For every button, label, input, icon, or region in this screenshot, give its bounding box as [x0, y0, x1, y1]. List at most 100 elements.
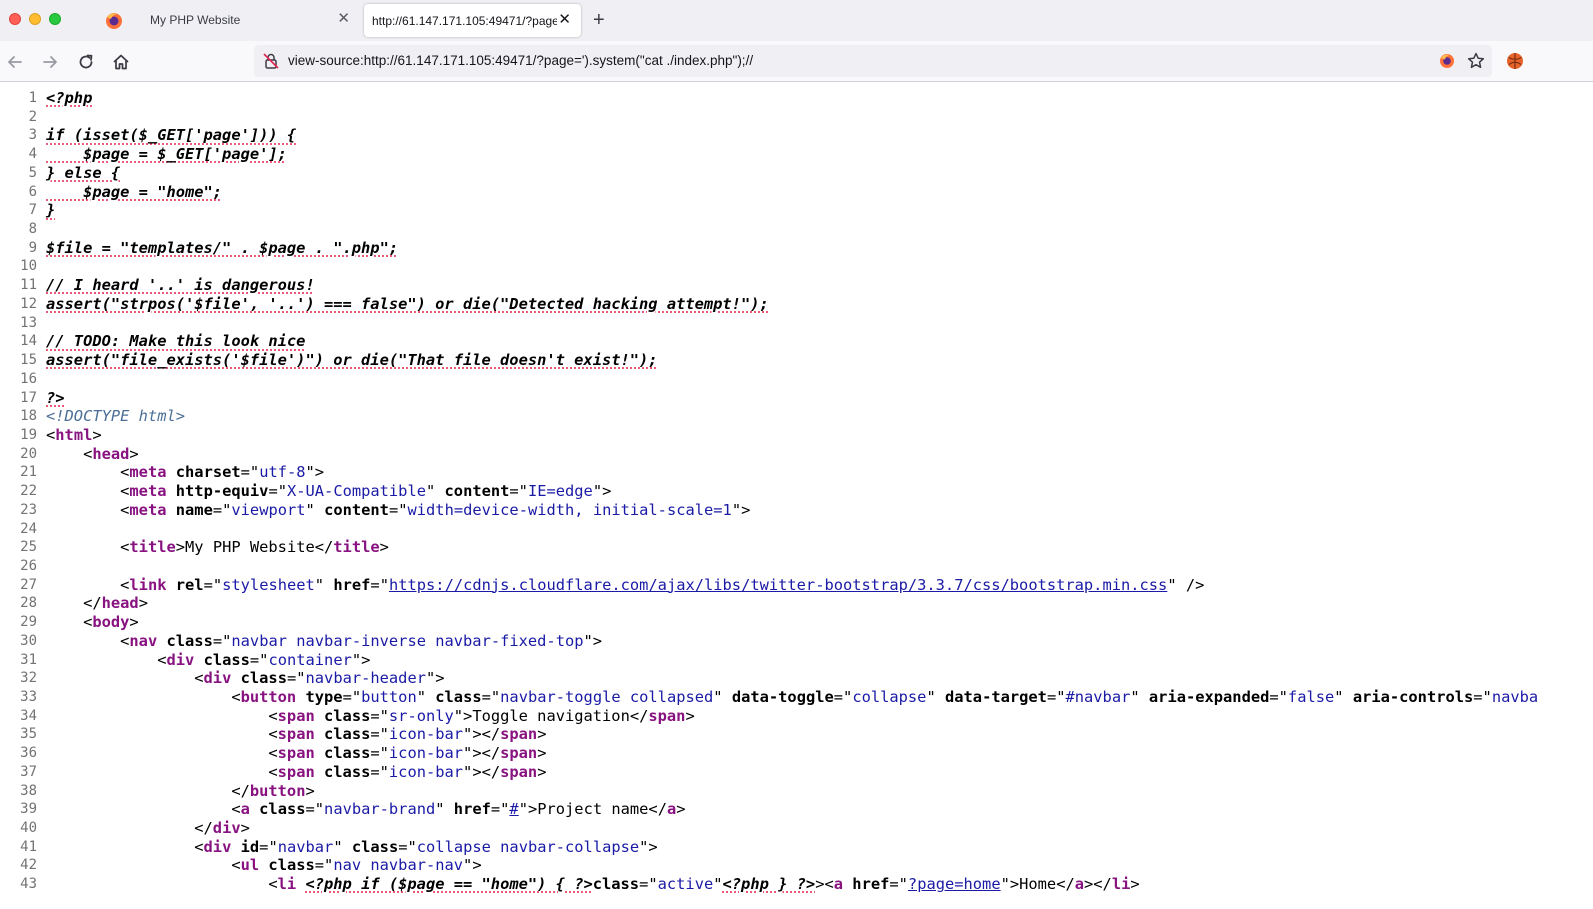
- source-line: 13: [0, 314, 1593, 333]
- tag-name: span: [648, 706, 686, 725]
- punctuation: >: [1130, 875, 1140, 894]
- php-code: // TODO: Make this look nice: [46, 332, 306, 351]
- php-code: ?>: [46, 388, 65, 407]
- punctuation: " />: [1167, 575, 1205, 594]
- punctuation: ">: [463, 856, 482, 875]
- punctuation: <: [46, 482, 130, 501]
- punctuation: >: [676, 800, 686, 819]
- punctuation: <: [46, 650, 167, 669]
- line-code: $page = $_GET['page'];: [37, 145, 287, 164]
- window-zoom-button[interactable]: [49, 13, 61, 25]
- punctuation: =": [268, 482, 287, 501]
- tag-name: span: [500, 744, 538, 763]
- punctuation: ">: [583, 631, 603, 650]
- line-number: 25: [20, 539, 37, 556]
- line-code: </button>: [37, 782, 314, 801]
- reload-icon[interactable]: [75, 51, 97, 73]
- source-line: 37 <span class="icon-bar"></span>: [0, 763, 1593, 782]
- attribute-name: class: [203, 650, 250, 669]
- tag-name: body: [92, 613, 130, 632]
- line-number: 2: [28, 108, 37, 125]
- url-text[interactable]: view-source:http://61.147.171.105:49471/…: [288, 53, 753, 68]
- attribute-name: class: [324, 744, 371, 763]
- punctuation: <: [46, 725, 278, 744]
- source-line: 19 <html>: [0, 426, 1593, 445]
- attribute-value: navbar-header: [305, 669, 426, 688]
- close-icon[interactable]: ✕: [337, 10, 350, 28]
- source-line: 5} else {: [0, 164, 1593, 183]
- attribute-name: href: [453, 800, 491, 819]
- line-number: 22: [20, 483, 37, 500]
- php-code: $page = $_GET['page'];: [46, 145, 287, 164]
- line-code: <span class="icon-bar"></span>: [37, 744, 546, 763]
- punctuation: =": [398, 837, 417, 856]
- firefox-view-icon[interactable]: [103, 10, 125, 32]
- tag-name: a: [666, 800, 677, 819]
- tab-view-source[interactable]: http://61.147.171.105:49471/?page=').sys…: [364, 4, 581, 37]
- line-number: 16: [20, 370, 37, 387]
- line-code: if (isset($_GET['page'])) {: [37, 126, 296, 145]
- punctuation: ": [1130, 688, 1149, 706]
- source-line: 6 $page = "home";: [0, 183, 1593, 202]
- line-number: 39: [20, 801, 37, 818]
- punctuation: <: [46, 500, 130, 519]
- punctuation: ><: [815, 875, 834, 894]
- home-icon[interactable]: [110, 51, 132, 73]
- punctuation: <: [46, 631, 130, 650]
- attribute-name: aria-controls: [1352, 688, 1474, 706]
- firefox-icon[interactable]: [1438, 52, 1456, 70]
- window-minimize-button[interactable]: [29, 13, 41, 25]
- php-code: $page = "home";: [46, 182, 223, 201]
- line-number: 7: [28, 202, 37, 219]
- source-link[interactable]: https://cdnjs.cloudflare.com/ajax/libs/t…: [389, 576, 1167, 594]
- attribute-value: active: [657, 875, 714, 894]
- punctuation: [166, 482, 175, 500]
- punctuation: ">: [351, 650, 371, 669]
- address-bar[interactable]: view-source:http://61.147.171.105:49471/…: [254, 45, 1492, 77]
- insecure-lock-icon[interactable]: [262, 52, 280, 70]
- punctuation: [231, 669, 240, 687]
- punctuation: >: [537, 744, 547, 763]
- line-code: <html>: [37, 426, 102, 445]
- tag-name: div: [203, 669, 232, 688]
- source-link[interactable]: #: [509, 800, 518, 818]
- star-icon[interactable]: [1466, 51, 1486, 71]
- attribute-value: false: [1287, 688, 1335, 706]
- source-line: 42 <ul class="nav navbar-nav">: [0, 856, 1593, 875]
- source-link[interactable]: ?page=home: [908, 875, 1001, 893]
- arrow-left-icon[interactable]: [4, 51, 26, 73]
- arrow-right-icon[interactable]: [39, 51, 61, 73]
- tab-my-php-website[interactable]: My PHP Website ✕: [135, 0, 360, 41]
- punctuation: <: [46, 613, 93, 632]
- line-number: 9: [28, 239, 37, 256]
- punctuation: <: [46, 856, 241, 875]
- punctuation: =": [370, 575, 389, 594]
- punctuation: =": [388, 500, 408, 519]
- punctuation: >: [537, 762, 547, 781]
- punctuation: >: [129, 613, 139, 632]
- window-close-button[interactable]: [9, 13, 21, 25]
- source-line: 31 <div class="container">: [0, 651, 1593, 670]
- plus-icon[interactable]: +: [593, 9, 605, 31]
- source-line: 7}: [0, 201, 1593, 220]
- extension-icon[interactable]: [1505, 51, 1525, 71]
- line-number: 38: [20, 782, 37, 799]
- attribute-name: name: [175, 500, 213, 519]
- line-number: 21: [20, 464, 37, 481]
- punctuation: =": [370, 725, 389, 744]
- attribute-name: aria-expanded: [1148, 688, 1270, 706]
- tag-name: a: [240, 800, 250, 819]
- punctuation: <: [46, 706, 278, 725]
- line-number: 29: [20, 614, 37, 631]
- line-code: <div id="navbar" class="collapse navbar-…: [37, 837, 657, 857]
- close-icon[interactable]: ✕: [558, 11, 571, 29]
- punctuation: ": [333, 837, 352, 856]
- line-code: <div class="container">: [37, 651, 370, 670]
- source-line: 26: [0, 557, 1593, 576]
- attribute-value: icon-bar: [388, 744, 464, 763]
- tag-name: title: [333, 538, 380, 557]
- attribute-name: href: [333, 575, 371, 594]
- line-code: <?php: [37, 89, 92, 108]
- line-number: 15: [20, 352, 37, 369]
